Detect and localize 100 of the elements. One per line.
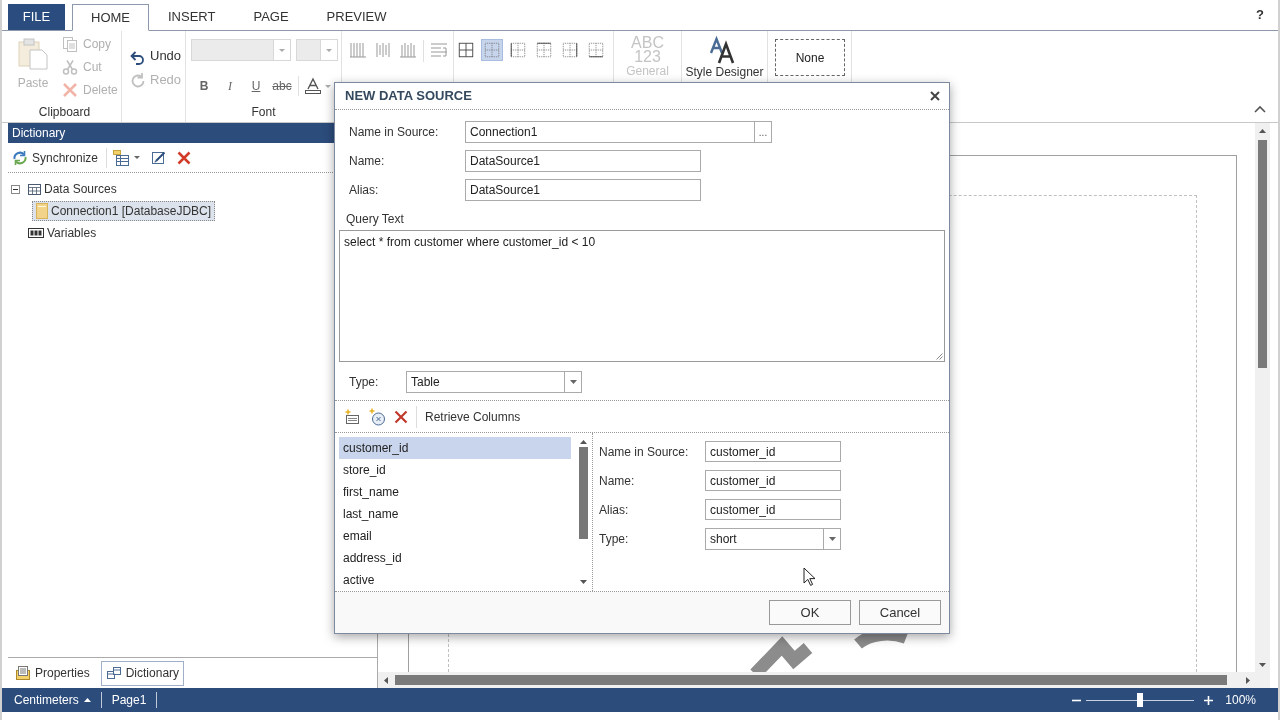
grid-borders-icon (587, 41, 605, 59)
underline-button[interactable]: U (243, 75, 269, 97)
scroll-down-icon (1259, 662, 1266, 667)
caret-down-icon (134, 156, 141, 159)
zoom-percentage: 100% (1225, 692, 1256, 709)
sync-arrows-icon (12, 149, 28, 166)
database-file-icon (36, 203, 48, 219)
panel-tab[interactable]: Properties (10, 660, 95, 686)
scrollbar-thumb[interactable] (395, 675, 1227, 685)
close-icon[interactable] (930, 91, 940, 101)
field-label: Query Text (345, 211, 405, 228)
vertical-scrollbar[interactable] (1255, 123, 1270, 672)
table-icon (28, 183, 41, 195)
vertical-lines-icon[interactable] (348, 40, 368, 60)
field-label: Type: (599, 530, 630, 548)
grid-borders-icon (457, 41, 475, 59)
retrieve-columns-button[interactable]: Retrieve Columns (425, 407, 521, 426)
group-label: Font (250, 104, 277, 121)
scroll-up-icon (580, 440, 587, 444)
edit-icon[interactable] (151, 150, 167, 165)
column-list-item[interactable]: last_name (339, 503, 571, 525)
column-list-item[interactable]: customer_id (339, 437, 571, 459)
collapse-toggle-icon[interactable] (11, 184, 20, 194)
copy-icon (62, 35, 78, 52)
history-button[interactable]: Undo (130, 44, 185, 68)
field-label: Name in Source: (599, 443, 690, 461)
grid-borders-icon (509, 41, 527, 59)
ribbon-tab[interactable]: INSERT (149, 4, 235, 30)
grid-borders-icon (483, 41, 501, 59)
ribbon-tab[interactable]: PREVIEW (307, 4, 406, 30)
text-field[interactable]: DataSource1 (465, 150, 701, 172)
help-button[interactable]: ? (1256, 5, 1264, 25)
collapse-caret-icon[interactable] (1254, 105, 1266, 113)
grid-borders-icon (561, 41, 579, 59)
delete-x-icon[interactable] (394, 409, 408, 424)
variables-icon (28, 228, 44, 238)
file-menu-tab[interactable]: FILE (8, 4, 65, 30)
text-field[interactable]: customer_id (705, 470, 841, 491)
caret-down-icon (325, 84, 331, 88)
field-label: Name: (348, 153, 386, 170)
bold-button[interactable]: B (191, 75, 217, 97)
query-text-area[interactable]: select * from customer where customer_id < 10 (339, 230, 945, 362)
delete-x-icon[interactable] (177, 150, 192, 165)
caret-down-icon (569, 380, 577, 384)
synchronize-button[interactable]: Synchronize (12, 148, 99, 167)
text-field[interactable]: customer_id (705, 441, 841, 462)
field-label: Alias: (348, 182, 380, 199)
zoom-in-icon[interactable] (1204, 695, 1214, 705)
tree-item[interactable]: Data Sources (24, 179, 121, 199)
column-list-item[interactable]: active (339, 569, 571, 591)
ribbon-tab[interactable]: HOME (72, 4, 149, 31)
style-designer-button[interactable]: Style Designer (685, 36, 764, 78)
dialog-button[interactable]: Cancel (859, 600, 941, 625)
tree-item[interactable]: Connection1 [DatabaseJDBC] (32, 201, 216, 221)
text-field[interactable]: Connection1 (465, 121, 755, 143)
resize-grip-icon (936, 353, 943, 360)
caret-down-icon (326, 48, 332, 52)
table-with-star-icon (113, 149, 131, 166)
scrollbar-thumb[interactable] (579, 447, 588, 539)
style-preset-button[interactable]: None (775, 39, 845, 76)
ribbon-tab[interactable]: PAGE (234, 4, 308, 30)
redo-arrow-icon (130, 71, 146, 89)
dialog-button[interactable]: OK (769, 600, 851, 625)
scrollbar-thumb[interactable] (1258, 140, 1267, 368)
new-data-source-button[interactable] (113, 149, 141, 166)
browse-button[interactable]: ... (755, 121, 772, 143)
column-list-item[interactable]: email (339, 525, 571, 547)
dictionary-icon (105, 665, 122, 681)
column-list-item[interactable]: store_id (339, 459, 571, 481)
scroll-down-icon (580, 580, 587, 584)
text-field[interactable]: customer_id (705, 499, 841, 520)
caret-down-icon (828, 536, 836, 541)
scroll-right-icon (1245, 676, 1250, 684)
caret-up-icon (83, 698, 91, 702)
font-color-button[interactable] (302, 75, 333, 97)
type-dropdown[interactable]: Table (406, 371, 582, 393)
tree-item[interactable]: Variables (24, 223, 101, 243)
properties-icon (15, 665, 31, 681)
units-dropdown[interactable]: Centimeters (14, 691, 91, 709)
type-dropdown[interactable]: short (705, 527, 841, 550)
column-list-item[interactable]: first_name (339, 481, 571, 503)
scroll-up-icon (1259, 128, 1266, 133)
italic-button[interactable]: I (217, 75, 243, 97)
column-list-item[interactable]: address_id (339, 547, 571, 569)
strikethrough-button[interactable]: abc (269, 75, 295, 97)
vertical-lines-icon[interactable] (398, 40, 418, 60)
new-calculated-column-icon[interactable] (368, 407, 386, 426)
clipboard-icon (18, 38, 48, 70)
dialog-title: NEW DATA SOURCE (345, 87, 472, 106)
horizontal-scrollbar[interactable] (378, 672, 1270, 688)
new-column-icon[interactable] (344, 408, 360, 425)
field-label: Name: (599, 472, 636, 490)
text-field[interactable]: DataSource1 (465, 179, 701, 201)
mouse-pointer-icon (803, 567, 815, 586)
field-label: Type: (348, 374, 380, 391)
panel-tab[interactable]: Dictionary (100, 660, 185, 686)
slider-thumb[interactable] (1137, 693, 1144, 707)
page-indicator[interactable]: Page1 (111, 691, 147, 709)
scroll-left-icon (383, 676, 388, 684)
letter-a-underline-icon (304, 77, 322, 95)
